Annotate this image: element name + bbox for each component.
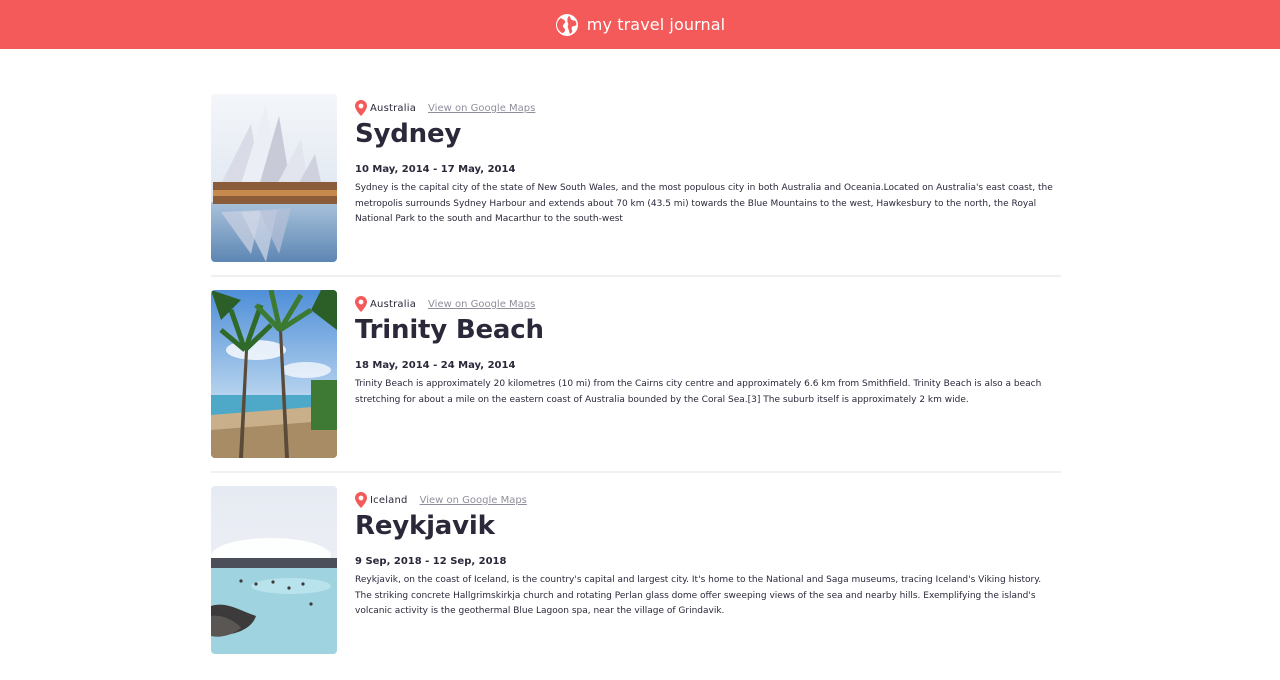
map-pin-icon	[355, 296, 367, 312]
app-title: my travel journal	[586, 15, 726, 34]
entry-title: Trinity Beach	[355, 315, 544, 345]
google-maps-link[interactable]: View on Google Maps	[420, 495, 527, 506]
map-pin-icon	[355, 100, 367, 116]
journal-entries: Australia View on Google Maps Sydney 10 …	[211, 94, 1061, 680]
location-row: Australia View on Google Maps	[355, 100, 1061, 116]
entry-title: Sydney	[355, 119, 462, 149]
entry-info: Iceland View on Google Maps Reykjavik 9 …	[355, 492, 1061, 629]
country-label: Australia	[370, 102, 417, 114]
palm-beach-photo	[211, 290, 337, 458]
entry-title: Reykjavik	[355, 511, 495, 541]
top-navbar: my travel journal	[0, 0, 1280, 49]
journal-entry: Australia View on Google Maps Trinity Be…	[211, 290, 1061, 473]
sydney-opera-house-photo	[211, 94, 337, 262]
entry-dates: 9 Sep, 2018 - 12 Sep, 2018	[355, 556, 507, 567]
entry-info: Australia View on Google Maps Sydney 10 …	[355, 100, 1061, 237]
google-maps-link[interactable]: View on Google Maps	[428, 103, 535, 114]
entry-info: Australia View on Google Maps Trinity Be…	[355, 296, 1061, 417]
location-row: Australia View on Google Maps	[355, 296, 1061, 312]
google-maps-link[interactable]: View on Google Maps	[428, 299, 535, 310]
entry-description: Trinity Beach is approximately 20 kilome…	[355, 379, 1042, 405]
map-pin-icon	[355, 492, 367, 508]
entry-description: Reykjavik, on the coast of Iceland, is t…	[355, 575, 1042, 616]
entry-dates: 18 May, 2014 - 24 May, 2014	[355, 360, 516, 371]
country-label: Australia	[370, 298, 417, 310]
globe-icon	[555, 13, 579, 37]
location-row: Iceland View on Google Maps	[355, 492, 1061, 508]
country-label: Iceland	[370, 494, 408, 506]
entry-description: Sydney is the capital city of the state …	[355, 183, 1053, 224]
journal-entry: Australia View on Google Maps Sydney 10 …	[211, 94, 1061, 277]
blue-lagoon-photo	[211, 486, 337, 654]
entry-dates: 10 May, 2014 - 17 May, 2014	[355, 164, 516, 175]
